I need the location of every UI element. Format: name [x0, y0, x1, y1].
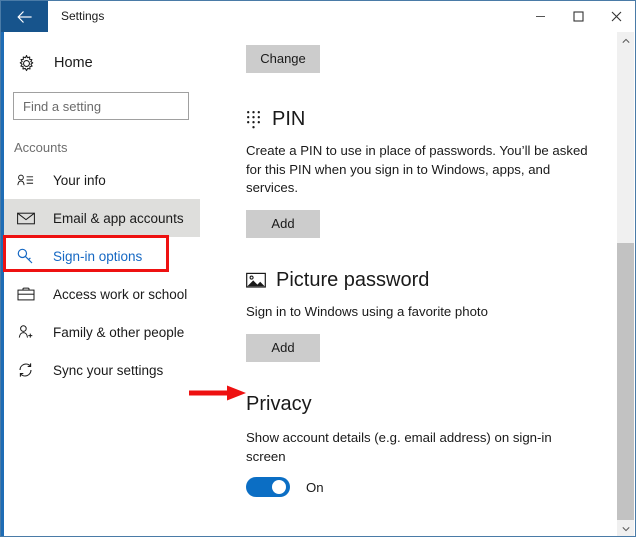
- sidebar: Home Accounts Your info: [4, 32, 216, 536]
- close-button[interactable]: [597, 1, 635, 32]
- sidebar-item-sign-in-options[interactable]: Sign-in options: [4, 237, 200, 275]
- sidebar-item-label: Your info: [53, 172, 106, 188]
- sidebar-item-label: Sign-in options: [53, 248, 143, 264]
- pin-section: PIN Create a PIN to use in place of pass…: [246, 108, 615, 239]
- password-section: Change: [246, 32, 615, 73]
- gear-icon: [19, 54, 34, 71]
- pin-add-button[interactable]: Add: [246, 210, 320, 239]
- privacy-section: Privacy Show account details (e.g. email…: [246, 392, 615, 498]
- privacy-description: Show account details (e.g. email address…: [246, 429, 552, 464]
- pin-description: Create a PIN to use in place of password…: [246, 143, 588, 196]
- settings-window: Settings Home Find a setting Accounts Yo…: [0, 0, 636, 537]
- chevron-up-icon: [621, 38, 630, 43]
- maximize-icon: [572, 11, 584, 22]
- sidebar-item-label: Family & other people: [53, 324, 185, 340]
- password-change-button[interactable]: Change: [246, 45, 320, 73]
- sidebar-item-label: Sync your settings: [53, 362, 164, 378]
- sidebar-item-label: Access work or school: [53, 286, 188, 302]
- picture-password-section: Picture password Sign in to Windows usin…: [246, 269, 615, 362]
- minimize-icon: [535, 16, 545, 17]
- minimize-button[interactable]: [521, 1, 559, 32]
- picture-password-title: Picture password: [276, 269, 430, 292]
- person-list-icon: [17, 173, 39, 188]
- sidebar-item-family-other-people[interactable]: Family & other people: [4, 313, 200, 351]
- main-content: Change PIN Create a PIN to use in place …: [200, 32, 615, 536]
- person-plus-icon: [17, 324, 39, 340]
- briefcase-icon: [17, 287, 39, 302]
- chevron-down-icon: [621, 526, 630, 531]
- window-controls: [521, 1, 635, 32]
- scroll-up-button[interactable]: [617, 32, 634, 49]
- sidebar-section-header: Accounts: [14, 140, 68, 155]
- scroll-down-button[interactable]: [617, 520, 634, 536]
- scrollbar-thumb[interactable]: [617, 243, 634, 520]
- sidebar-item-your-info[interactable]: Your info: [4, 161, 200, 199]
- key-icon: [17, 248, 39, 264]
- search-box[interactable]: [13, 92, 216, 120]
- back-button[interactable]: [1, 1, 48, 32]
- privacy-title: Privacy: [246, 392, 312, 415]
- picture-icon: [246, 272, 266, 289]
- picture-password-heading: Picture password: [246, 269, 615, 292]
- content-scrollbar[interactable]: [617, 32, 634, 536]
- pin-heading: PIN: [246, 108, 615, 131]
- close-icon: [611, 11, 621, 22]
- title-bar: Settings: [1, 1, 635, 32]
- keypad-dots-icon: [246, 110, 262, 130]
- sidebar-home-label: Home: [54, 55, 93, 71]
- sidebar-item-access-work-or-school[interactable]: Access work or school: [4, 275, 200, 313]
- sidebar-item-sync-your-settings[interactable]: Sync your settings: [4, 351, 200, 389]
- picture-password-add-button[interactable]: Add: [246, 333, 320, 362]
- sync-icon: [17, 362, 39, 378]
- envelope-icon: [17, 212, 39, 225]
- sidebar-item-label: Email & app accounts: [53, 210, 184, 226]
- toggle-knob: [272, 480, 286, 495]
- privacy-toggle-row: On: [246, 477, 615, 498]
- back-arrow-icon: [16, 10, 32, 23]
- picture-password-description: Sign in to Windows using a favorite phot…: [246, 304, 488, 320]
- privacy-toggle-state: On: [306, 479, 324, 495]
- sidebar-item-home[interactable]: Home: [4, 45, 200, 81]
- search-input[interactable]: [14, 97, 201, 115]
- pin-title: PIN: [272, 108, 306, 130]
- maximize-button[interactable]: [559, 1, 597, 32]
- privacy-toggle[interactable]: [246, 477, 290, 498]
- window-title: Settings: [61, 9, 105, 23]
- sidebar-item-email-app-accounts[interactable]: Email & app accounts: [4, 199, 200, 237]
